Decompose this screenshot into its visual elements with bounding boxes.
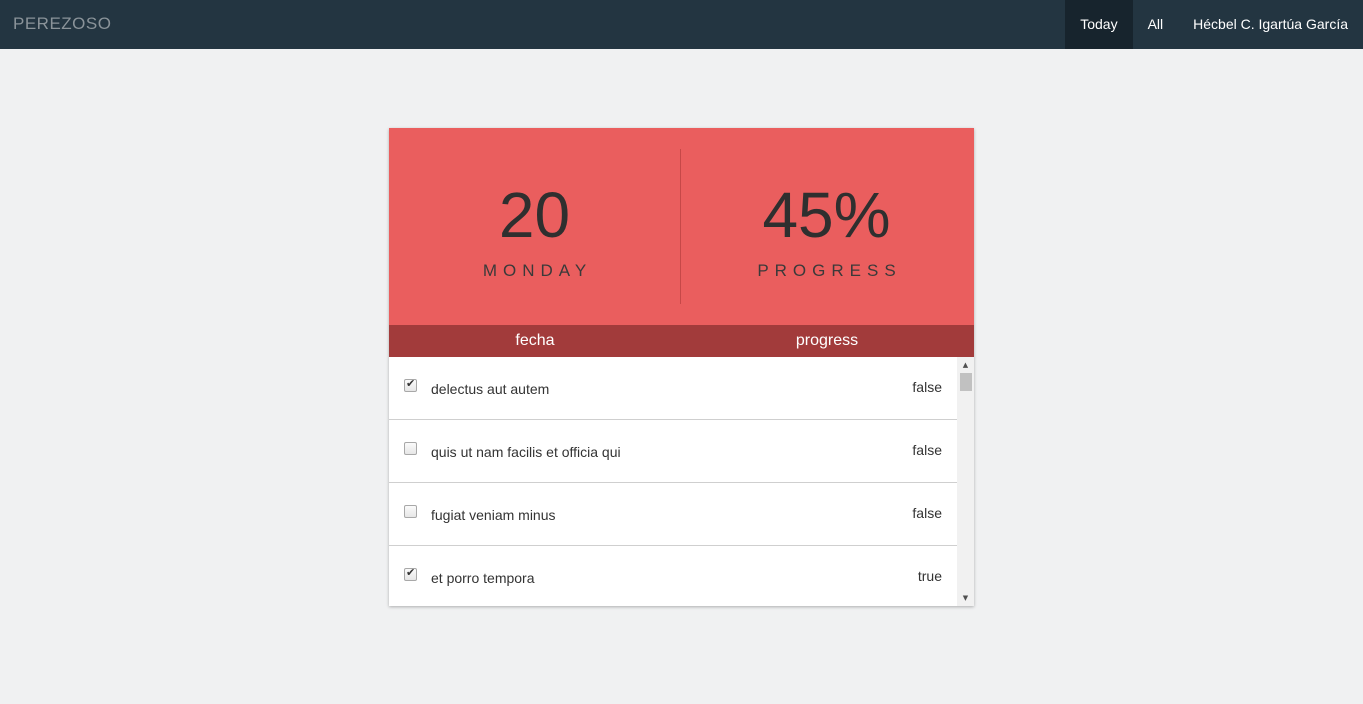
scroll-up-arrow-icon[interactable]: ▲ (957, 357, 974, 373)
table-row: quis ut nam facilis et officia qui false (389, 420, 957, 483)
task-status: false (912, 505, 942, 521)
top-navbar: PEREZOSO Today All Hécbel C. Igartúa Gar… (0, 0, 1363, 49)
column-header-fecha: fecha (515, 332, 555, 349)
table-row: et porro tempora true (389, 546, 957, 606)
brand-logo[interactable]: PEREZOSO (13, 14, 111, 34)
task-checkbox[interactable] (404, 566, 417, 581)
day-name: MONDAY (482, 261, 593, 280)
nav-link-today[interactable]: Today (1065, 0, 1133, 49)
task-status: false (912, 442, 942, 458)
scroll-down-arrow-icon[interactable]: ▼ (957, 590, 974, 606)
day-number: 20 (498, 179, 571, 251)
hero-panel: 20 MONDAY 45% PROGRESS (389, 128, 974, 325)
table-header: fecha progress (389, 325, 974, 357)
task-title: quis ut nam facilis et officia qui (431, 444, 621, 460)
task-title: et porro tempora (431, 570, 535, 586)
task-list[interactable]: delectus aut autem false quis ut nam fac… (389, 357, 957, 606)
list-scrollbar[interactable]: ▲ ▼ (957, 357, 974, 606)
table-row: delectus aut autem false (389, 357, 957, 420)
date-stat: 20 MONDAY (389, 128, 680, 325)
task-checkbox[interactable] (404, 505, 417, 518)
table-row: fugiat veniam minus false (389, 483, 957, 546)
column-header-progress: progress (795, 332, 859, 349)
task-title: delectus aut autem (431, 381, 550, 397)
progress-stat: 45% PROGRESS (681, 128, 972, 325)
progress-label: PROGRESS (757, 261, 902, 280)
task-checkbox[interactable] (404, 442, 417, 455)
nav-link-all[interactable]: All (1133, 0, 1179, 49)
nav-link-user[interactable]: Hécbel C. Igartúa García (1178, 0, 1363, 49)
task-status: true (917, 568, 942, 584)
progress-value: 45% (762, 179, 891, 251)
scroll-thumb[interactable] (960, 373, 972, 391)
task-checkbox[interactable] (404, 377, 417, 392)
task-title: fugiat veniam minus (431, 507, 556, 523)
summary-card: 20 MONDAY 45% PROGRESS fecha progress de… (389, 128, 974, 606)
task-status: false (912, 379, 942, 395)
nav-links: Today All Hécbel C. Igartúa García (1065, 0, 1363, 49)
